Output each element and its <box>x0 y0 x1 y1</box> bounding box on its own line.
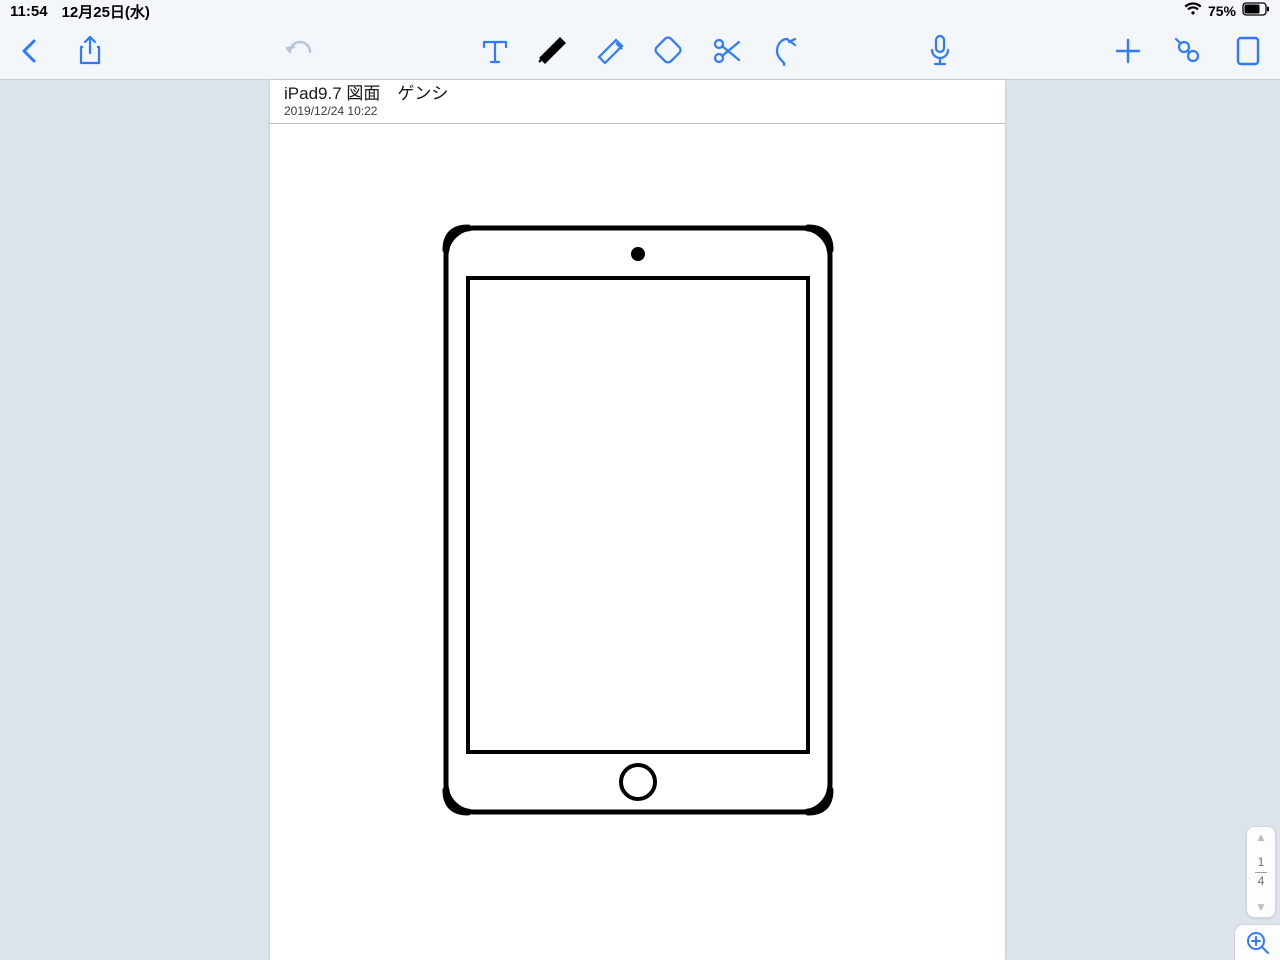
page-up-button[interactable]: ▲ <box>1255 831 1267 843</box>
status-bar: 11:54 12月25日(水) 75% <box>0 0 1280 22</box>
text-tool-button[interactable] <box>475 31 515 71</box>
page-total: 4 <box>1258 875 1265 888</box>
share-button[interactable] <box>70 31 110 71</box>
scissors-tool-button[interactable] <box>707 31 747 71</box>
battery-icon <box>1242 2 1270 20</box>
workspace: iPad9.7 図面 ゲンシ 2019/12/24 10:22 <box>0 80 1280 960</box>
page-view-button[interactable] <box>1228 31 1268 71</box>
zoom-in-button[interactable] <box>1234 924 1280 960</box>
microphone-button[interactable] <box>920 31 960 71</box>
toolbar <box>0 22 1280 80</box>
lasso-tool-button[interactable] <box>765 31 805 71</box>
page-indicator: 1 4 <box>1255 856 1267 887</box>
highlighter-tool-button[interactable] <box>591 31 631 71</box>
note-title: iPad9.7 図面 ゲンシ <box>284 84 991 104</box>
eraser-tool-button[interactable] <box>649 31 689 71</box>
settings-button[interactable] <box>1168 31 1208 71</box>
back-button[interactable] <box>10 31 50 71</box>
pen-tool-button[interactable] <box>533 31 573 71</box>
status-date: 12月25日(水) <box>62 1 150 22</box>
wifi-icon <box>1184 2 1202 20</box>
undo-button[interactable] <box>280 31 320 71</box>
note-timestamp: 2019/12/24 10:22 <box>284 104 991 118</box>
status-time: 11:54 <box>10 3 48 20</box>
ipad-drawing <box>438 220 838 825</box>
note-page[interactable]: iPad9.7 図面 ゲンシ 2019/12/24 10:22 <box>270 80 1005 960</box>
page-down-button[interactable]: ▼ <box>1255 901 1267 913</box>
page-header: iPad9.7 図面 ゲンシ 2019/12/24 10:22 <box>270 80 1005 124</box>
page-navigator: ▲ 1 4 ▼ <box>1246 826 1276 918</box>
page-current: 1 <box>1258 856 1265 869</box>
add-button[interactable] <box>1108 31 1148 71</box>
battery-percent: 75% <box>1208 3 1236 19</box>
